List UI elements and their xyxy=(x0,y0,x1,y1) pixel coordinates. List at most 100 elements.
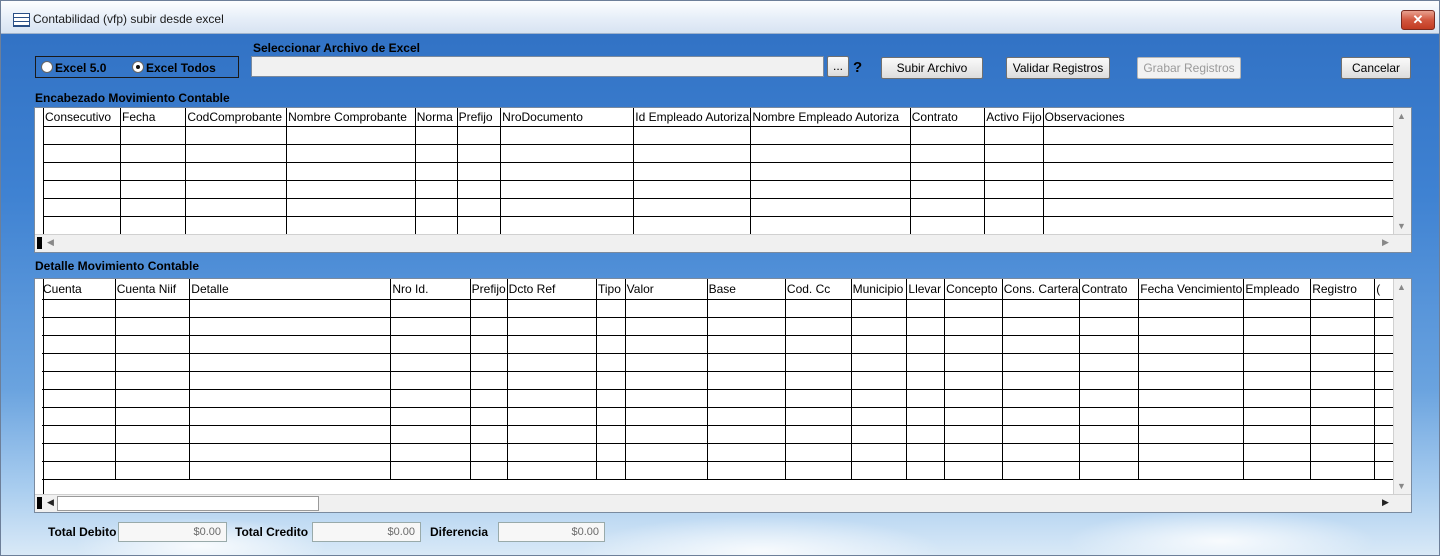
table-cell[interactable] xyxy=(120,216,187,235)
table-cell[interactable] xyxy=(185,198,288,217)
table-cell[interactable] xyxy=(1310,461,1376,480)
table-cell[interactable] xyxy=(596,299,626,318)
table-cell[interactable] xyxy=(851,443,908,462)
detail-grid[interactable]: Cuenta Cuenta Niif Detalle Nro Id. Prefijo Dc… xyxy=(34,278,1412,513)
table-cell[interactable] xyxy=(1043,198,1394,217)
table-cell[interactable] xyxy=(984,144,1044,163)
table-cell[interactable] xyxy=(625,407,708,426)
table-cell[interactable] xyxy=(596,317,626,336)
column-header[interactable]: Cons. Cartera xyxy=(1002,279,1081,300)
table-cell[interactable] xyxy=(286,216,416,235)
table-cell[interactable] xyxy=(1243,335,1312,354)
table-cell[interactable] xyxy=(625,317,708,336)
table-cell[interactable] xyxy=(785,335,852,354)
column-header[interactable]: Registro xyxy=(1310,279,1376,300)
table-cell[interactable] xyxy=(115,335,191,354)
column-header[interactable]: Fecha xyxy=(120,108,187,127)
table-cell[interactable] xyxy=(785,317,852,336)
table-cell[interactable] xyxy=(457,198,502,217)
table-cell[interactable] xyxy=(1138,443,1245,462)
table-cell[interactable] xyxy=(1002,335,1081,354)
table-cell[interactable] xyxy=(500,144,635,163)
table-cell[interactable] xyxy=(1079,407,1140,426)
table-cell[interactable] xyxy=(1138,425,1245,444)
scroll-down-icon[interactable]: ▼ xyxy=(1394,479,1409,494)
table-cell[interactable] xyxy=(1138,353,1245,372)
table-cell[interactable] xyxy=(286,198,416,217)
table-cell[interactable] xyxy=(910,144,986,163)
table-row[interactable] xyxy=(42,371,1394,390)
column-header[interactable]: Detalle xyxy=(189,279,392,300)
table-cell[interactable] xyxy=(185,162,288,181)
table-cell[interactable] xyxy=(625,425,708,444)
table-cell[interactable] xyxy=(1374,425,1394,444)
table-cell[interactable] xyxy=(625,389,708,408)
column-header[interactable]: Activo Fijo xyxy=(984,108,1044,127)
table-cell[interactable] xyxy=(457,180,502,199)
column-header[interactable]: Llevar xyxy=(906,279,946,300)
table-cell[interactable] xyxy=(1079,461,1140,480)
table-cell[interactable] xyxy=(470,335,508,354)
table-cell[interactable] xyxy=(1138,299,1245,318)
table-cell[interactable] xyxy=(189,407,392,426)
table-cell[interactable] xyxy=(851,299,908,318)
table-cell[interactable] xyxy=(1243,353,1312,372)
table-cell[interactable] xyxy=(785,353,852,372)
table-cell[interactable] xyxy=(1002,317,1081,336)
table-cell[interactable] xyxy=(851,425,908,444)
table-row[interactable] xyxy=(42,353,1394,372)
table-cell[interactable] xyxy=(596,443,626,462)
table-cell[interactable] xyxy=(1243,299,1312,318)
table-cell[interactable] xyxy=(906,371,946,390)
validar-registros-button[interactable]: Validar Registros xyxy=(1006,57,1110,79)
file-path-input[interactable] xyxy=(251,56,824,77)
table-cell[interactable] xyxy=(115,425,191,444)
table-cell[interactable] xyxy=(185,216,288,235)
table-cell[interactable] xyxy=(390,443,471,462)
table-cell[interactable] xyxy=(750,144,911,163)
table-cell[interactable] xyxy=(596,353,626,372)
table-cell[interactable] xyxy=(906,425,946,444)
scroll-up-icon[interactable]: ▲ xyxy=(1394,109,1409,124)
table-cell[interactable] xyxy=(42,317,116,336)
table-cell[interactable] xyxy=(785,299,852,318)
subir-archivo-button[interactable]: Subir Archivo xyxy=(881,57,983,79)
column-header[interactable]: Prefijo xyxy=(470,279,508,300)
table-cell[interactable] xyxy=(120,162,187,181)
table-cell[interactable] xyxy=(42,389,116,408)
table-cell[interactable] xyxy=(185,180,288,199)
table-cell[interactable] xyxy=(1310,425,1376,444)
table-cell[interactable] xyxy=(906,443,946,462)
table-cell[interactable] xyxy=(1310,317,1376,336)
table-cell[interactable] xyxy=(115,389,191,408)
column-header[interactable]: Nombre Comprobante xyxy=(286,108,416,127)
detail-table[interactable]: Cuenta Cuenta Niif Detalle Nro Id. Prefijo Dc… xyxy=(42,279,1394,480)
table-cell[interactable] xyxy=(470,389,508,408)
table-cell[interactable] xyxy=(910,198,986,217)
table-cell[interactable] xyxy=(470,443,508,462)
table-cell[interactable] xyxy=(1374,335,1394,354)
table-cell[interactable] xyxy=(286,126,416,145)
table-cell[interactable] xyxy=(596,335,626,354)
table-cell[interactable] xyxy=(507,425,598,444)
table-cell[interactable] xyxy=(944,317,1003,336)
column-header[interactable]: Concepto xyxy=(944,279,1003,300)
table-cell[interactable] xyxy=(944,353,1003,372)
table-cell[interactable] xyxy=(286,162,416,181)
column-header[interactable]: Observaciones xyxy=(1043,108,1394,127)
table-cell[interactable] xyxy=(470,317,508,336)
table-cell[interactable] xyxy=(851,371,908,390)
table-cell[interactable] xyxy=(44,162,122,181)
table-cell[interactable] xyxy=(1310,407,1376,426)
table-cell[interactable] xyxy=(1002,425,1081,444)
table-row[interactable] xyxy=(42,317,1394,336)
table-cell[interactable] xyxy=(185,126,288,145)
column-header[interactable]: Nro Id. xyxy=(390,279,471,300)
help-icon[interactable]: ? xyxy=(853,59,862,76)
table-cell[interactable] xyxy=(1002,389,1081,408)
table-cell[interactable] xyxy=(1374,407,1394,426)
table-cell[interactable] xyxy=(851,317,908,336)
table-cell[interactable] xyxy=(984,198,1044,217)
table-cell[interactable] xyxy=(1374,461,1394,480)
table-cell[interactable] xyxy=(596,389,626,408)
